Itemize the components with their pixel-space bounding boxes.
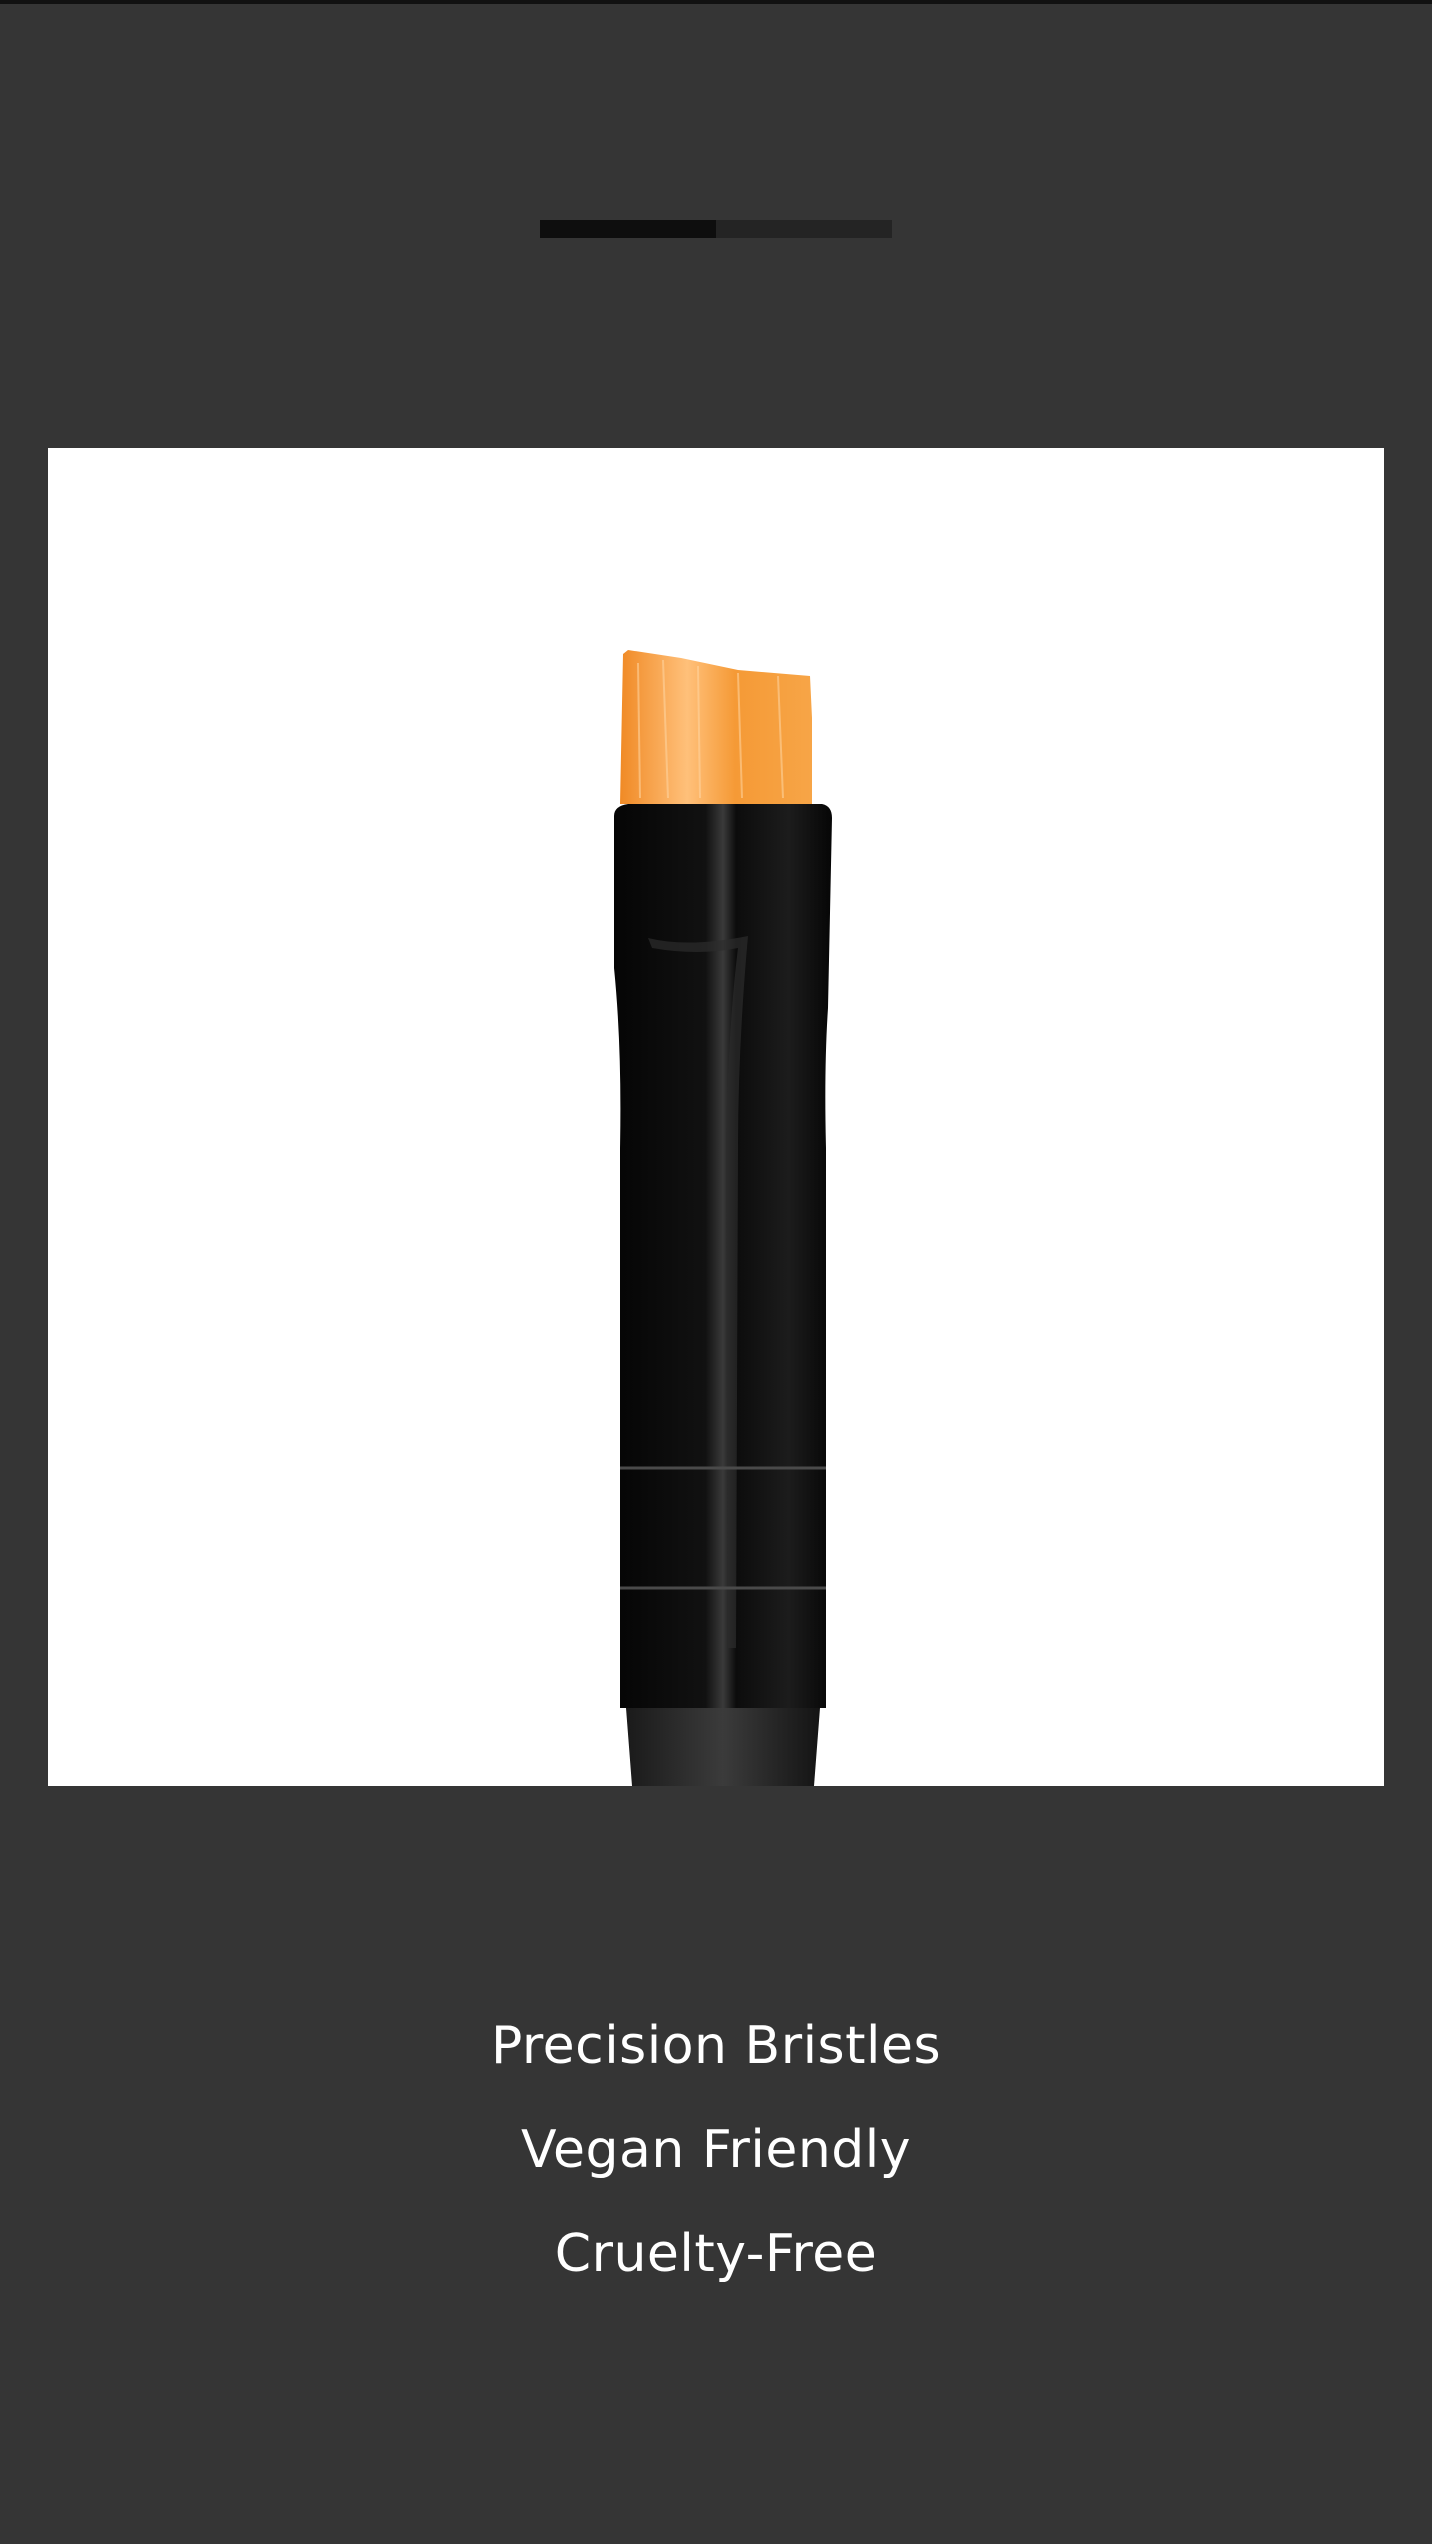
page: Precision Bristles Vegan Friendly Cruelt… [0,0,1432,2544]
feature-cruelty-free: Cruelty-Free [554,2224,878,2284]
brush-handle [614,804,832,1708]
makeup-brush-image [614,650,832,1786]
feature-precision-bristles: Precision Bristles [490,2016,942,2076]
product-image[interactable] [48,448,1384,1786]
brush-handle-base [626,1708,820,1786]
feature-list: Precision Bristles Vegan Friendly Cruelt… [0,1994,1432,2306]
feature-vegan-friendly: Vegan Friendly [520,2120,912,2180]
carousel-progress-fill [540,220,716,238]
carousel-progress-bar [540,220,892,238]
